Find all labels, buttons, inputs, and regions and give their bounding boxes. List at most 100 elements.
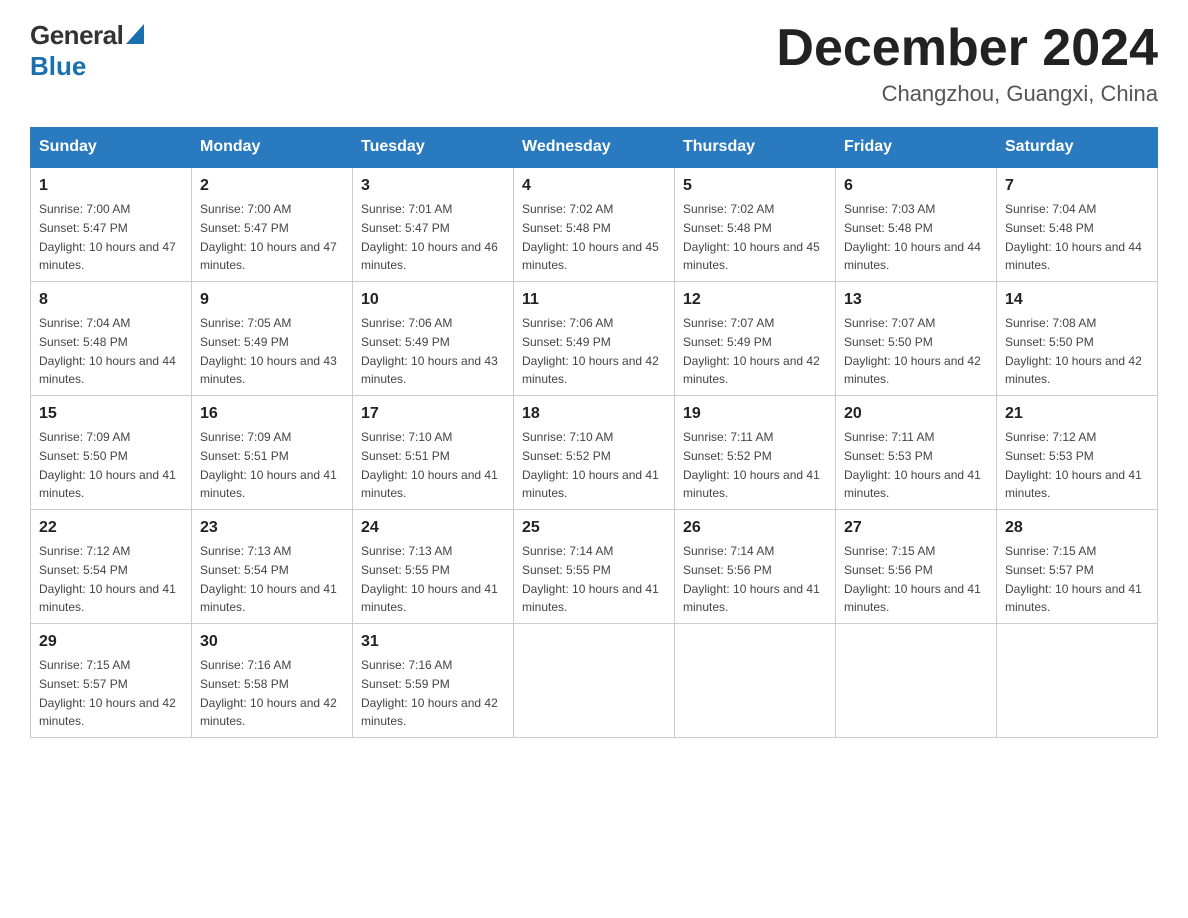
day-number: 10 <box>361 288 505 312</box>
page-header: General Blue December 2024 Changzhou, Gu… <box>30 20 1158 107</box>
table-row: 27 Sunrise: 7:15 AMSunset: 5:56 PMDaylig… <box>836 510 997 624</box>
day-info: Sunrise: 7:16 AMSunset: 5:59 PMDaylight:… <box>361 658 498 728</box>
logo-general-text: General <box>30 20 123 51</box>
calendar-week-row: 15 Sunrise: 7:09 AMSunset: 5:50 PMDaylig… <box>31 396 1158 510</box>
day-info: Sunrise: 7:06 AMSunset: 5:49 PMDaylight:… <box>522 316 659 386</box>
day-number: 8 <box>39 288 183 312</box>
table-row <box>997 624 1158 738</box>
logo-blue-text: Blue <box>30 51 86 81</box>
calendar-week-row: 29 Sunrise: 7:15 AMSunset: 5:57 PMDaylig… <box>31 624 1158 738</box>
day-number: 13 <box>844 288 988 312</box>
location: Changzhou, Guangxi, China <box>776 81 1158 107</box>
day-number: 11 <box>522 288 666 312</box>
table-row: 12 Sunrise: 7:07 AMSunset: 5:49 PMDaylig… <box>675 282 836 396</box>
calendar-header-row: Sunday Monday Tuesday Wednesday Thursday… <box>31 128 1158 168</box>
day-number: 22 <box>39 516 183 540</box>
day-number: 16 <box>200 402 344 426</box>
col-friday: Friday <box>836 128 997 168</box>
day-info: Sunrise: 7:11 AMSunset: 5:52 PMDaylight:… <box>683 430 820 500</box>
day-info: Sunrise: 7:07 AMSunset: 5:50 PMDaylight:… <box>844 316 981 386</box>
table-row: 17 Sunrise: 7:10 AMSunset: 5:51 PMDaylig… <box>353 396 514 510</box>
table-row <box>836 624 997 738</box>
day-info: Sunrise: 7:11 AMSunset: 5:53 PMDaylight:… <box>844 430 981 500</box>
day-number: 18 <box>522 402 666 426</box>
day-info: Sunrise: 7:09 AMSunset: 5:50 PMDaylight:… <box>39 430 176 500</box>
table-row: 15 Sunrise: 7:09 AMSunset: 5:50 PMDaylig… <box>31 396 192 510</box>
logo-triangle-icon <box>126 24 144 50</box>
day-number: 14 <box>1005 288 1149 312</box>
day-number: 7 <box>1005 174 1149 198</box>
table-row: 10 Sunrise: 7:06 AMSunset: 5:49 PMDaylig… <box>353 282 514 396</box>
day-number: 5 <box>683 174 827 198</box>
day-info: Sunrise: 7:03 AMSunset: 5:48 PMDaylight:… <box>844 202 981 272</box>
day-info: Sunrise: 7:09 AMSunset: 5:51 PMDaylight:… <box>200 430 337 500</box>
logo: General Blue <box>30 20 144 82</box>
table-row: 19 Sunrise: 7:11 AMSunset: 5:52 PMDaylig… <box>675 396 836 510</box>
table-row: 7 Sunrise: 7:04 AMSunset: 5:48 PMDayligh… <box>997 167 1158 282</box>
calendar-week-row: 22 Sunrise: 7:12 AMSunset: 5:54 PMDaylig… <box>31 510 1158 624</box>
col-sunday: Sunday <box>31 128 192 168</box>
day-number: 1 <box>39 174 183 198</box>
calendar-table: Sunday Monday Tuesday Wednesday Thursday… <box>30 127 1158 738</box>
table-row: 3 Sunrise: 7:01 AMSunset: 5:47 PMDayligh… <box>353 167 514 282</box>
day-number: 28 <box>1005 516 1149 540</box>
table-row: 23 Sunrise: 7:13 AMSunset: 5:54 PMDaylig… <box>192 510 353 624</box>
day-info: Sunrise: 7:12 AMSunset: 5:53 PMDaylight:… <box>1005 430 1142 500</box>
day-number: 23 <box>200 516 344 540</box>
day-number: 20 <box>844 402 988 426</box>
day-info: Sunrise: 7:06 AMSunset: 5:49 PMDaylight:… <box>361 316 498 386</box>
day-info: Sunrise: 7:16 AMSunset: 5:58 PMDaylight:… <box>200 658 337 728</box>
table-row <box>675 624 836 738</box>
table-row: 29 Sunrise: 7:15 AMSunset: 5:57 PMDaylig… <box>31 624 192 738</box>
day-info: Sunrise: 7:13 AMSunset: 5:54 PMDaylight:… <box>200 544 337 614</box>
table-row: 2 Sunrise: 7:00 AMSunset: 5:47 PMDayligh… <box>192 167 353 282</box>
table-row: 5 Sunrise: 7:02 AMSunset: 5:48 PMDayligh… <box>675 167 836 282</box>
col-tuesday: Tuesday <box>353 128 514 168</box>
table-row: 20 Sunrise: 7:11 AMSunset: 5:53 PMDaylig… <box>836 396 997 510</box>
day-info: Sunrise: 7:14 AMSunset: 5:55 PMDaylight:… <box>522 544 659 614</box>
day-number: 30 <box>200 630 344 654</box>
day-number: 17 <box>361 402 505 426</box>
day-info: Sunrise: 7:08 AMSunset: 5:50 PMDaylight:… <box>1005 316 1142 386</box>
day-info: Sunrise: 7:13 AMSunset: 5:55 PMDaylight:… <box>361 544 498 614</box>
table-row: 6 Sunrise: 7:03 AMSunset: 5:48 PMDayligh… <box>836 167 997 282</box>
day-info: Sunrise: 7:10 AMSunset: 5:52 PMDaylight:… <box>522 430 659 500</box>
table-row: 22 Sunrise: 7:12 AMSunset: 5:54 PMDaylig… <box>31 510 192 624</box>
day-number: 31 <box>361 630 505 654</box>
table-row: 11 Sunrise: 7:06 AMSunset: 5:49 PMDaylig… <box>514 282 675 396</box>
table-row: 31 Sunrise: 7:16 AMSunset: 5:59 PMDaylig… <box>353 624 514 738</box>
title-block: December 2024 Changzhou, Guangxi, China <box>776 20 1158 107</box>
day-number: 21 <box>1005 402 1149 426</box>
day-info: Sunrise: 7:12 AMSunset: 5:54 PMDaylight:… <box>39 544 176 614</box>
day-number: 2 <box>200 174 344 198</box>
month-title: December 2024 <box>776 20 1158 77</box>
day-number: 19 <box>683 402 827 426</box>
day-number: 9 <box>200 288 344 312</box>
table-row: 18 Sunrise: 7:10 AMSunset: 5:52 PMDaylig… <box>514 396 675 510</box>
day-number: 6 <box>844 174 988 198</box>
day-number: 26 <box>683 516 827 540</box>
day-info: Sunrise: 7:04 AMSunset: 5:48 PMDaylight:… <box>39 316 176 386</box>
table-row: 13 Sunrise: 7:07 AMSunset: 5:50 PMDaylig… <box>836 282 997 396</box>
col-thursday: Thursday <box>675 128 836 168</box>
day-number: 3 <box>361 174 505 198</box>
calendar-week-row: 1 Sunrise: 7:00 AMSunset: 5:47 PMDayligh… <box>31 167 1158 282</box>
day-number: 4 <box>522 174 666 198</box>
day-number: 12 <box>683 288 827 312</box>
day-info: Sunrise: 7:15 AMSunset: 5:57 PMDaylight:… <box>39 658 176 728</box>
day-number: 15 <box>39 402 183 426</box>
day-info: Sunrise: 7:02 AMSunset: 5:48 PMDaylight:… <box>683 202 820 272</box>
table-row: 28 Sunrise: 7:15 AMSunset: 5:57 PMDaylig… <box>997 510 1158 624</box>
table-row: 1 Sunrise: 7:00 AMSunset: 5:47 PMDayligh… <box>31 167 192 282</box>
day-info: Sunrise: 7:15 AMSunset: 5:57 PMDaylight:… <box>1005 544 1142 614</box>
table-row: 25 Sunrise: 7:14 AMSunset: 5:55 PMDaylig… <box>514 510 675 624</box>
day-info: Sunrise: 7:10 AMSunset: 5:51 PMDaylight:… <box>361 430 498 500</box>
table-row: 14 Sunrise: 7:08 AMSunset: 5:50 PMDaylig… <box>997 282 1158 396</box>
day-number: 24 <box>361 516 505 540</box>
col-saturday: Saturday <box>997 128 1158 168</box>
table-row: 24 Sunrise: 7:13 AMSunset: 5:55 PMDaylig… <box>353 510 514 624</box>
day-number: 27 <box>844 516 988 540</box>
day-number: 29 <box>39 630 183 654</box>
day-info: Sunrise: 7:04 AMSunset: 5:48 PMDaylight:… <box>1005 202 1142 272</box>
day-info: Sunrise: 7:14 AMSunset: 5:56 PMDaylight:… <box>683 544 820 614</box>
